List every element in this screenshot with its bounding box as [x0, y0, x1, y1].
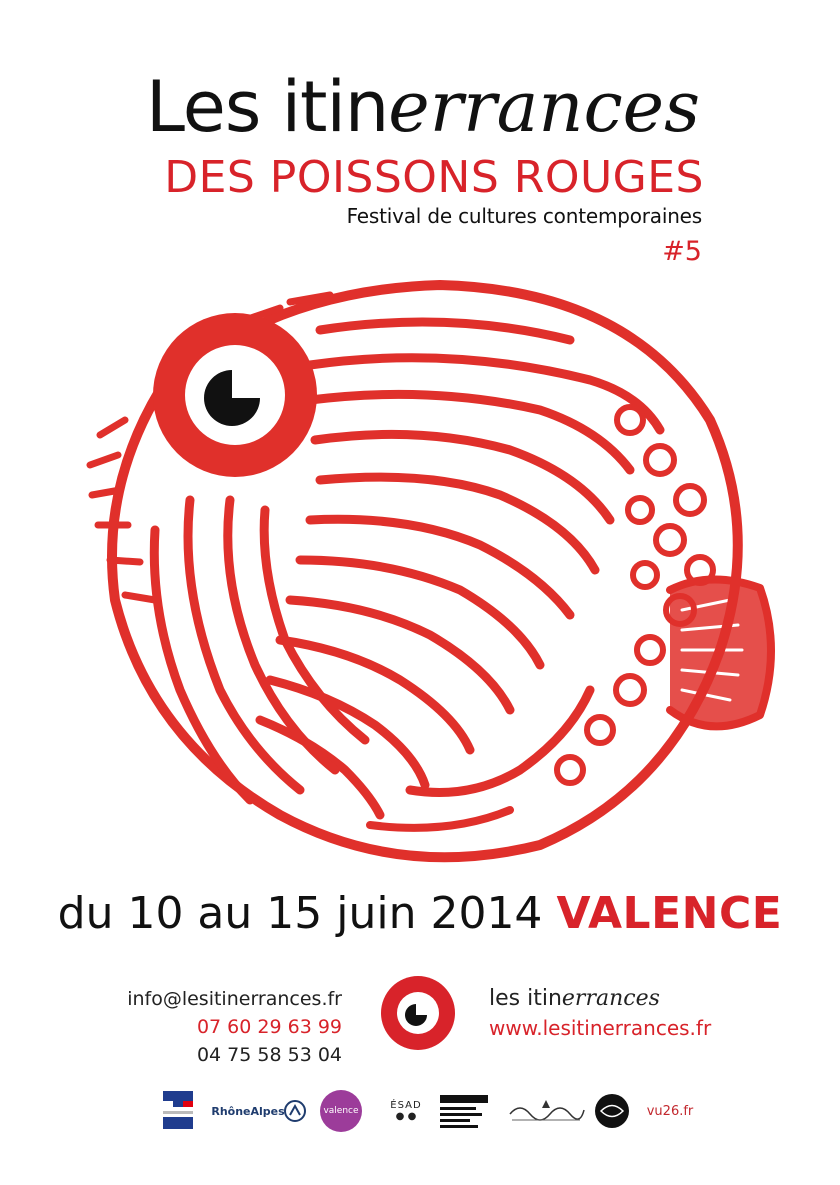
- studio-logo-icon: [505, 1088, 587, 1134]
- ra-badge-icon: [282, 1088, 308, 1134]
- brand-name: les itinerrances: [489, 985, 789, 1013]
- rhone-alpes-label: RhôneAlpes: [211, 1104, 285, 1118]
- event-city: VALENCE: [556, 888, 783, 939]
- esad-logo: ÉSAD ● ●: [388, 1088, 424, 1134]
- event-dates: du 10 au 15 juin 2014: [57, 888, 543, 939]
- round-badge-logo-icon: [592, 1088, 632, 1134]
- vu26-label: vu26.fr: [646, 1103, 694, 1119]
- festival-subtitle: DES POISSONS ROUGES: [164, 152, 704, 203]
- esad-label: ÉSAD: [390, 1100, 422, 1111]
- fish-illustration-icon: [86, 280, 775, 863]
- brand-name-italic: errances: [561, 986, 660, 1011]
- republique-francaise-logo-icon: [160, 1088, 196, 1134]
- brand-block: les itinerrances www.lesitinerrances.fr: [489, 985, 789, 1043]
- title-plain: Les itin: [146, 66, 389, 148]
- contact-phone-landline: 04 75 58 53 04: [196, 1044, 342, 1066]
- fish-eye: [153, 313, 317, 477]
- valence-label: valence: [323, 1106, 359, 1116]
- festival-tagline: Festival de cultures contemporaines: [346, 204, 703, 228]
- vu26-logo: vu26.fr: [642, 1088, 698, 1134]
- brand-name-plain: les itin: [489, 986, 562, 1011]
- contact-phone-mobile: 07 60 29 63 99: [196, 1016, 342, 1038]
- festival-poster: Les itinerrances DES POISSONS ROUGES Fes…: [0, 0, 840, 1185]
- contact-block: info@lesitinerrances.fr 07 60 29 63 99 0…: [100, 985, 342, 1069]
- contact-email[interactable]: info@lesitinerrances.fr: [100, 985, 342, 1013]
- la-comedie-logo-icon: [434, 1088, 494, 1134]
- sponsor-logos: RhôneAlpes valence ÉSAD ● ● vu26.fr: [160, 1088, 720, 1134]
- event-dates-line: du 10 au 15 juin 2014 VALENCE: [0, 888, 840, 939]
- esad-dots-icon: ● ●: [395, 1111, 417, 1122]
- edition-number: #5: [662, 236, 702, 267]
- valence-logo: valence: [318, 1088, 364, 1134]
- rhone-alpes-logo: RhôneAlpes: [211, 1088, 284, 1134]
- eye-logo-icon: [381, 976, 455, 1050]
- festival-title: Les itinerrances: [0, 72, 700, 142]
- brand-url-link[interactable]: www.lesitinerrances.fr: [489, 1013, 789, 1043]
- title-italic: errances: [388, 66, 700, 148]
